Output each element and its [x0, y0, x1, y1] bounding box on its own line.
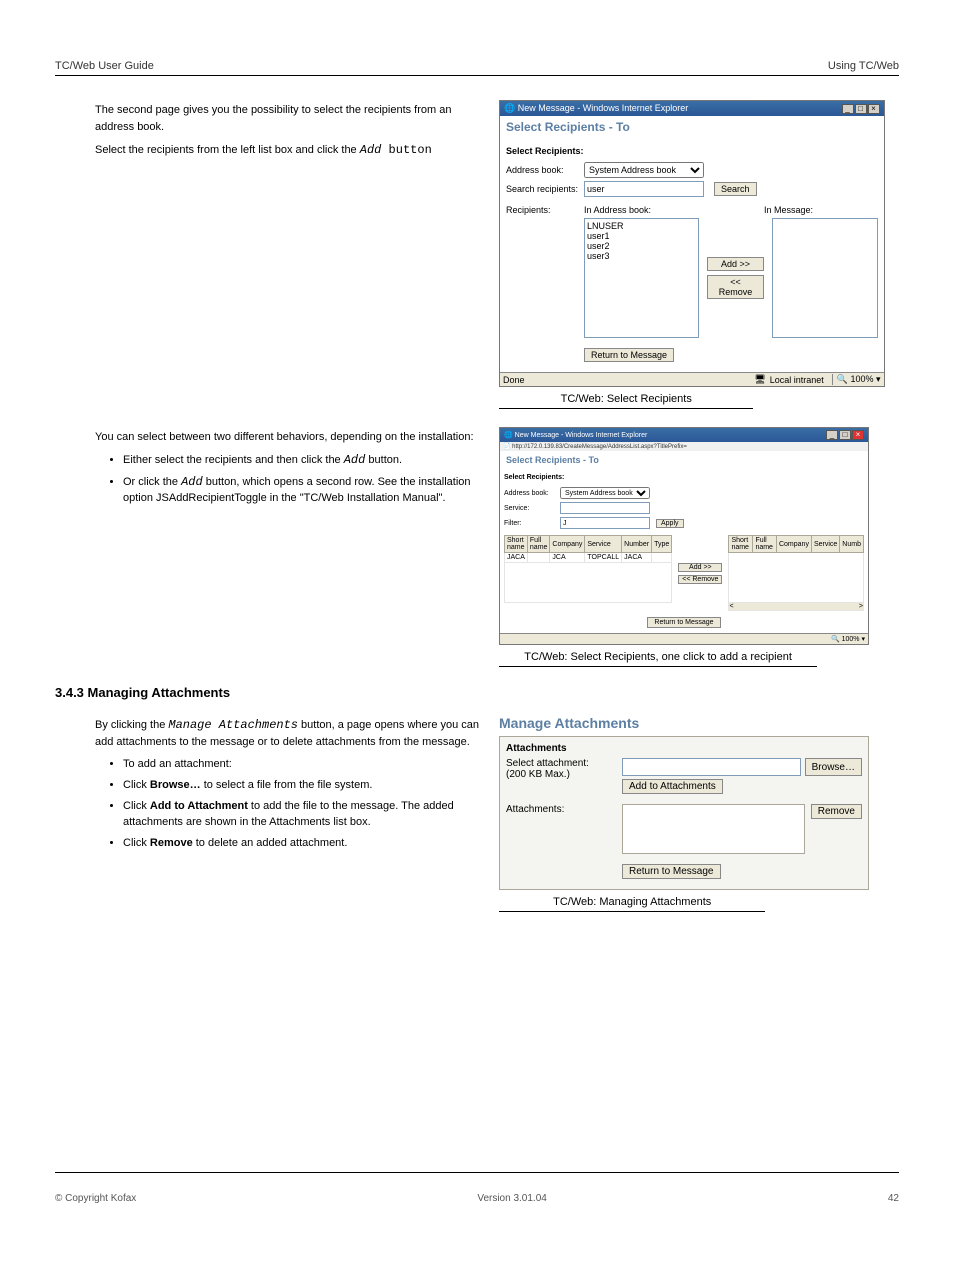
- list-item[interactable]: user2: [587, 241, 696, 251]
- address-list[interactable]: LNUSER user1 user2 user3: [584, 218, 699, 338]
- remove-attach-button[interactable]: Remove: [811, 804, 862, 819]
- intro-2: Select the recipients from the left list…: [95, 141, 485, 159]
- page-title: Select Recipients - To: [500, 451, 868, 469]
- service-label: Service:: [504, 505, 560, 512]
- figure-select-recipients-2: 🌐 New Message - Windows Internet Explore…: [499, 427, 869, 645]
- apply-button[interactable]: Apply: [656, 519, 684, 528]
- doc-title: TC/Web User Guide: [55, 60, 154, 72]
- address-book-select[interactable]: System Address book: [584, 162, 704, 178]
- window-title: 🌐 New Message - Windows Internet Explore…: [500, 428, 868, 442]
- message-list[interactable]: [772, 218, 877, 338]
- list-item: To add an attachment:: [123, 757, 485, 772]
- ie-icon: 🌐: [504, 432, 513, 439]
- addr-label: Address book:: [504, 490, 560, 497]
- list-item[interactable]: user3: [587, 251, 696, 261]
- list-item[interactable]: user1: [587, 231, 696, 241]
- max-icon[interactable]: □: [855, 104, 867, 114]
- add-button[interactable]: Add >>: [678, 563, 722, 572]
- attachments-label: Attachments:: [506, 804, 616, 815]
- list-item: Click Add to Attachment to add the file …: [123, 799, 485, 830]
- max-icon[interactable]: □: [839, 430, 851, 440]
- return-button[interactable]: Return to Message: [622, 864, 721, 879]
- service-input[interactable]: [560, 502, 650, 514]
- browse-button[interactable]: Browse…: [805, 758, 862, 776]
- header-rule: [55, 75, 899, 76]
- page-number: 42: [888, 1193, 899, 1204]
- list-item: Either select the recipients and then cl…: [123, 452, 485, 469]
- figure-title: Manage Attachments: [499, 715, 869, 731]
- close-icon[interactable]: ×: [868, 104, 880, 114]
- addr-label: Address book:: [506, 165, 584, 175]
- section-heading: 3.4.3 Managing Attachments: [55, 685, 899, 700]
- list-item: Click Browse… to select a file from the …: [123, 778, 485, 793]
- caption-1: TC/Web: Select Recipients: [499, 393, 753, 409]
- return-button[interactable]: Return to Message: [647, 617, 720, 628]
- filter-input[interactable]: [560, 517, 650, 529]
- doc-section: Using TC/Web: [828, 60, 899, 72]
- caption-2: TC/Web: Select Recipients, one click to …: [499, 651, 817, 667]
- attachments-list[interactable]: [622, 804, 805, 854]
- zone-icon: 🖥: [754, 374, 765, 385]
- add-btn-ref: Add: [360, 143, 382, 157]
- page-title: Select Recipients - To: [500, 116, 884, 138]
- filter-label: Filter:: [504, 520, 560, 527]
- return-button[interactable]: Return to Message: [584, 348, 674, 362]
- section-label: Select Recipients:: [504, 474, 864, 481]
- window-title: 🌐 New Message - Windows Internet Explore…: [500, 101, 884, 116]
- ie-icon: 🌐: [504, 103, 515, 113]
- depend-intro: You can select between two different beh…: [95, 429, 485, 446]
- add-button[interactable]: Add >>: [707, 257, 765, 271]
- col-in-msg: In Message:: [764, 205, 813, 215]
- search-label: Search recipients:: [506, 184, 584, 194]
- recip-label: Recipients:: [506, 205, 584, 215]
- intro-1: The second page gives you the possibilit…: [95, 102, 485, 135]
- left-table[interactable]: Short nameFull nameCompanyServiceNumberT…: [504, 535, 672, 603]
- add-attach-button[interactable]: Add to Attachments: [622, 779, 723, 794]
- close-icon[interactable]: ×: [852, 430, 864, 440]
- address-book-select[interactable]: System Address book: [560, 487, 650, 499]
- copyright: © Copyright Kofax: [55, 1193, 136, 1204]
- file-input[interactable]: [622, 758, 801, 776]
- min-icon[interactable]: _: [842, 104, 854, 114]
- search-input[interactable]: [584, 181, 704, 197]
- max-label: (200 KB Max.): [506, 769, 616, 780]
- list-item[interactable]: LNUSER: [587, 221, 696, 231]
- footer-rule: [55, 1172, 899, 1173]
- zoom-label: 🔍 100% ▾: [832, 374, 881, 385]
- version: Version 3.01.04: [477, 1193, 547, 1204]
- list-item: Or click the Add button, which opens a s…: [123, 474, 485, 506]
- right-table[interactable]: Short nameFull nameCompanyServiceNumb <>: [728, 535, 864, 611]
- status-bar: 🔍 100% ▾: [500, 633, 868, 644]
- remove-button[interactable]: << Remove: [678, 575, 722, 584]
- status-bar: Done 🖥 Local intranet 🔍 100% ▾: [500, 372, 884, 386]
- sub-heading: Attachments: [506, 743, 862, 754]
- remove-button[interactable]: << Remove: [707, 275, 765, 299]
- section-label: Select Recipients:: [506, 146, 878, 156]
- search-button[interactable]: Search: [714, 182, 757, 196]
- min-icon[interactable]: _: [826, 430, 838, 440]
- url-bar[interactable]: 📄 http://172.0.139.83/CreateMessage/Addr…: [500, 442, 868, 451]
- col-in-book: In Address book:: [584, 205, 704, 215]
- attach-para: By clicking the Manage Attachments butto…: [95, 716, 485, 751]
- figure-manage-attachments: Attachments Select attachment: (200 KB M…: [499, 736, 869, 890]
- figure-select-recipients: 🌐 New Message - Windows Internet Explore…: [499, 100, 885, 387]
- table-row[interactable]: JACAJCATOPCALLJACA: [505, 553, 672, 563]
- caption-3: TC/Web: Managing Attachments: [499, 896, 765, 912]
- select-attach-label: Select attachment:: [506, 758, 616, 769]
- list-item: Click Remove to delete an added attachme…: [123, 836, 485, 851]
